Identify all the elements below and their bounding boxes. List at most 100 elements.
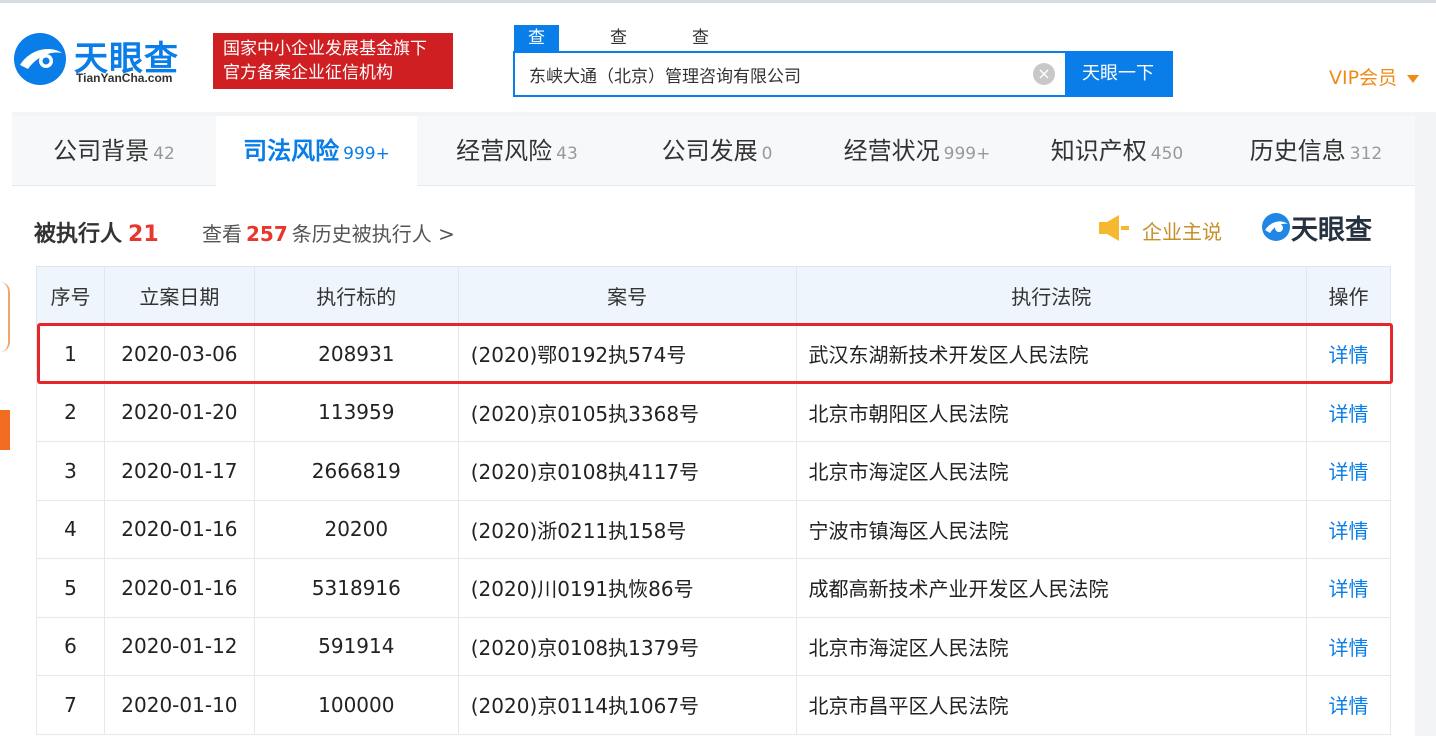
tab-label: 公司背景 xyxy=(53,137,150,165)
history-link[interactable]: 查看 257 条历史被执行人 > xyxy=(202,218,455,247)
cell-amount: 5318916 xyxy=(253,558,459,618)
tab-count: 0 xyxy=(761,144,773,164)
tab-label: 知识产权 xyxy=(1050,137,1147,165)
vip-menu[interactable]: VIP会员 xyxy=(1329,63,1420,90)
history-count: 257 xyxy=(246,222,288,246)
cell-court: 北京市朝阳区人民法院 xyxy=(795,382,1308,442)
logo-domain: TianYanCha.com xyxy=(76,71,173,85)
table-row: 6 2020-01-12 591914 (2020)京0108执1379号 北京… xyxy=(36,616,1391,676)
cell-date: 2020-03-06 xyxy=(103,324,255,384)
col-header-date: 立案日期 xyxy=(103,266,255,325)
cell-index: 5 xyxy=(36,558,105,618)
detail-link[interactable]: 详情 xyxy=(1306,441,1391,501)
cell-index: 6 xyxy=(36,616,105,676)
section-count: 21 xyxy=(128,222,159,247)
col-header-action: 操作 xyxy=(1306,266,1391,325)
speaker-icon xyxy=(1099,215,1129,241)
search-input[interactable] xyxy=(515,53,1063,95)
detail-link[interactable]: 详情 xyxy=(1306,324,1391,384)
cell-case-no: (2020)川0191执恢86号 xyxy=(457,558,797,618)
cell-case-no: (2020)浙0211执158号 xyxy=(457,499,797,559)
cell-case-no: (2020)京0108执1379号 xyxy=(457,616,797,676)
vip-label: VIP会员 xyxy=(1329,67,1398,89)
company-say-link[interactable]: 企业主说 xyxy=(1142,216,1222,245)
tab-count: 999+ xyxy=(343,144,390,164)
tab-judicial-risk[interactable]: 司法风险 999+ xyxy=(216,116,417,186)
tab-operation-risk[interactable]: 经营风险 43 xyxy=(417,116,617,186)
history-suffix: 条历史被执行人 > xyxy=(291,222,455,246)
detail-link[interactable]: 详情 xyxy=(1306,616,1391,676)
table-row: 2 2020-01-20 113959 (2020)京0105执3368号 北京… xyxy=(36,382,1391,442)
search-tab-company[interactable]: 查公司 xyxy=(514,25,559,100)
category-nav: 公司背景 42 司法风险 999+ 经营风险 43 公司发展 0 经营状况 999+ 知识… xyxy=(12,116,1415,186)
col-header-index: 序号 xyxy=(36,266,105,325)
tab-count: 42 xyxy=(153,144,175,164)
executed-person-table: 序号 立案日期 执行标的 案号 执行法院 操作 1 2020-03-06 208… xyxy=(36,266,1391,735)
tab-company-development[interactable]: 公司发展 0 xyxy=(617,116,817,186)
tab-history-info[interactable]: 历史信息 312 xyxy=(1217,116,1415,186)
cell-index: 4 xyxy=(36,499,105,559)
table-row: 5 2020-01-16 5318916 (2020)川0191执恢86号 成都… xyxy=(36,558,1391,618)
cell-date: 2020-01-17 xyxy=(103,441,255,501)
cell-date: 2020-01-12 xyxy=(103,616,255,676)
detail-link[interactable]: 详情 xyxy=(1306,499,1391,559)
tab-count: 999+ xyxy=(943,144,991,164)
tab-company-background[interactable]: 公司背景 42 xyxy=(12,116,216,186)
cell-case-no: (2020)京0105执3368号 xyxy=(457,382,797,442)
cell-index: 1 xyxy=(36,324,105,384)
logo-eye-icon xyxy=(14,33,66,85)
search-box: × 天眼一下 xyxy=(513,51,1173,97)
detail-link[interactable]: 详情 xyxy=(1306,382,1391,442)
clear-icon[interactable]: × xyxy=(1033,63,1055,85)
cell-index: 3 xyxy=(36,441,105,501)
cell-court: 北京市昌平区人民法院 xyxy=(795,675,1308,735)
cell-court: 北京市海淀区人民法院 xyxy=(795,616,1308,676)
tab-count: 450 xyxy=(1150,144,1184,164)
col-header-amount: 执行标的 xyxy=(253,266,459,325)
tab-label: 司法风险 xyxy=(243,137,340,165)
detail-link[interactable]: 详情 xyxy=(1306,558,1391,618)
cell-index: 7 xyxy=(36,675,105,735)
badge-line-1: 国家中小企业发展基金旗下 xyxy=(223,39,427,59)
search-tab-relation[interactable]: 查关系 xyxy=(692,25,709,100)
official-badge: 国家中小企业发展基金旗下 官方备案企业征信机构 xyxy=(213,33,453,89)
cell-court: 宁波市镇海区人民法院 xyxy=(795,499,1308,559)
left-decor xyxy=(0,282,10,352)
cell-case-no: (2020)京0114执1067号 xyxy=(457,675,797,735)
main-content: 被执行人 21 查看 257 条历史被执行人 > 企业主说 天眼查 序号 立案日期 执… xyxy=(12,186,1415,736)
cell-amount: 113959 xyxy=(253,382,459,442)
search-tab-boss[interactable]: 查老板 xyxy=(610,25,627,100)
tab-label: 历史信息 xyxy=(1249,137,1346,165)
table-row: 4 2020-01-16 20200 (2020)浙0211执158号 宁波市镇… xyxy=(36,499,1391,559)
section-title: 被执行人 21 xyxy=(34,216,159,248)
cell-index: 2 xyxy=(36,382,105,442)
tab-count: 43 xyxy=(556,144,578,164)
search-button[interactable]: 天眼一下 xyxy=(1065,53,1171,95)
cell-amount: 20200 xyxy=(253,499,459,559)
watermark-text: 天眼查 xyxy=(1291,215,1372,246)
cell-date: 2020-01-16 xyxy=(103,499,255,559)
cell-case-no: (2020)鄂0192执574号 xyxy=(457,324,797,384)
left-decor-tab xyxy=(0,410,10,450)
cell-court: 成都高新技术产业开发区人民法院 xyxy=(795,558,1308,618)
top-header: 天眼查 TianYanCha.com 国家中小企业发展基金旗下 官方备案企业征信… xyxy=(0,0,1436,112)
tab-label: 公司发展 xyxy=(661,137,758,165)
tab-business-status[interactable]: 经营状况 999+ xyxy=(817,116,1017,186)
cell-court: 北京市海淀区人民法院 xyxy=(795,441,1308,501)
table-row: 7 2020-01-10 100000 (2020)京0114执1067号 北京… xyxy=(36,675,1391,735)
tianyancha-logo[interactable]: 天眼查 TianYanCha.com xyxy=(12,27,202,91)
cell-court: 武汉东湖新技术开发区人民法院 xyxy=(795,324,1308,384)
cell-amount: 591914 xyxy=(253,616,459,676)
watermark-eye-icon xyxy=(1262,213,1290,241)
cell-case-no: (2020)京0108执4117号 xyxy=(457,441,797,501)
table-row: 3 2020-01-17 2666819 (2020)京0108执4117号 北… xyxy=(36,441,1391,501)
detail-link[interactable]: 详情 xyxy=(1306,675,1391,735)
table-row: 1 2020-03-06 208931 (2020)鄂0192执574号 武汉东… xyxy=(36,324,1391,384)
badge-line-2: 官方备案企业征信机构 xyxy=(223,63,393,83)
tab-count: 312 xyxy=(1349,144,1383,164)
history-prefix: 查看 xyxy=(202,222,242,246)
tab-label: 经营风险 xyxy=(456,137,553,165)
tab-intellectual-property[interactable]: 知识产权 450 xyxy=(1017,116,1217,186)
cell-date: 2020-01-20 xyxy=(103,382,255,442)
tab-label: 经营状况 xyxy=(843,137,940,165)
